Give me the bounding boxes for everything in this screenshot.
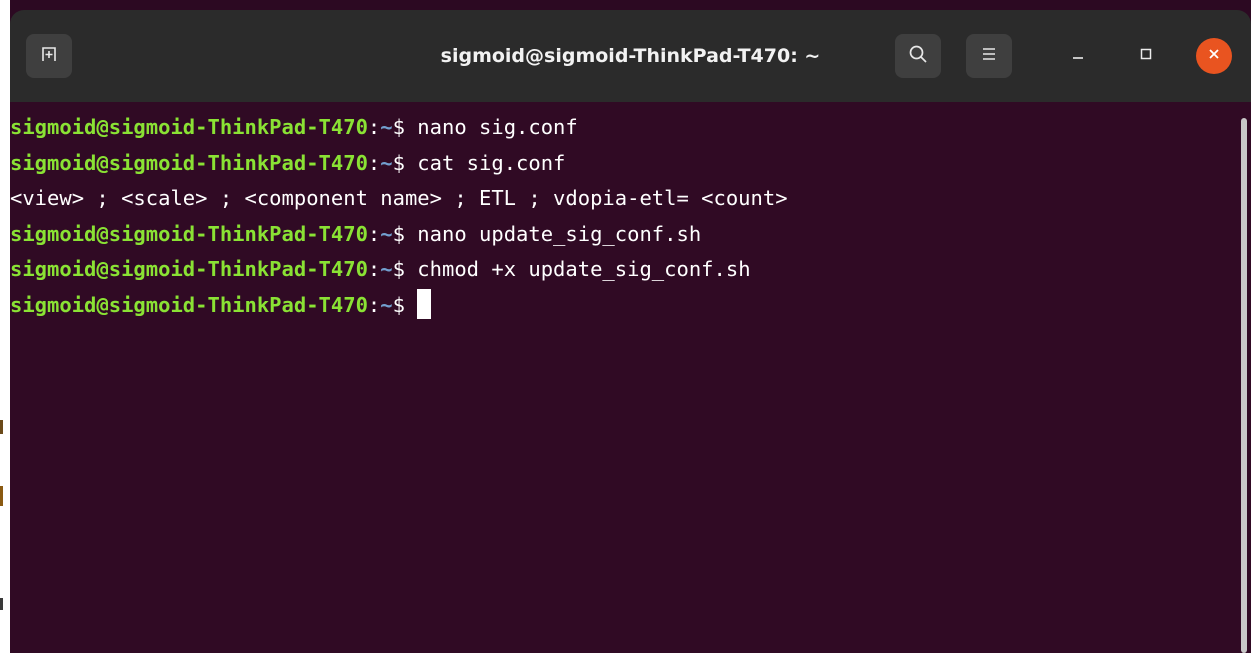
terminal-line: sigmoid@sigmoid-ThinkPad-T470:~$: [10, 288, 1251, 324]
command-text: nano sig.conf: [417, 115, 578, 139]
prompt-path: ~: [380, 257, 393, 281]
minimize-icon: [1071, 47, 1085, 66]
maximize-icon: [1139, 47, 1153, 66]
menu-button[interactable]: [966, 34, 1012, 78]
command-text: nano update_sig_conf.sh: [417, 221, 702, 246]
minimize-button[interactable]: [1060, 38, 1096, 74]
prompt-user-host: sigmoid@sigmoid-ThinkPad-T470: [10, 115, 368, 139]
desktop-edge-mark: [0, 598, 3, 610]
prompt-separator: :: [367, 221, 381, 246]
hamburger-menu-icon: [980, 46, 998, 67]
terminal-line: sigmoid@sigmoid-ThinkPad-T470:~$ nano up…: [10, 217, 1251, 253]
prompt-path: ~: [380, 292, 393, 317]
prompt-path: ~: [380, 150, 393, 175]
command-text: chmod +x update_sig_conf.sh: [417, 257, 751, 281]
prompt-path: ~: [380, 221, 393, 246]
close-icon: [1207, 47, 1221, 66]
text-cursor: [417, 288, 432, 319]
prompt-separator: :: [367, 150, 381, 175]
prompt-dollar: $: [392, 150, 418, 175]
scrollbar[interactable]: [1241, 118, 1247, 653]
terminal-line: sigmoid@sigmoid-ThinkPad-T470:~$ nano si…: [10, 110, 1251, 146]
prompt-separator: :: [367, 292, 381, 317]
search-button[interactable]: [895, 34, 941, 78]
terminal-line: <view> ; <scale> ; <component name> ; ET…: [10, 181, 1251, 217]
prompt-separator: :: [367, 257, 381, 281]
prompt-dollar: $: [392, 115, 418, 139]
prompt-dollar: $: [392, 292, 418, 317]
prompt-user-host: sigmoid@sigmoid-ThinkPad-T470: [10, 292, 368, 317]
prompt-user-host: sigmoid@sigmoid-ThinkPad-T470: [10, 257, 368, 281]
prompt-dollar: $: [392, 221, 418, 246]
new-tab-icon: [40, 45, 58, 68]
terminal-output[interactable]: sigmoid@sigmoid-ThinkPad-T470:~$ nano si…: [10, 102, 1251, 653]
desktop-edge-mark: [0, 486, 3, 506]
new-tab-button[interactable]: [26, 34, 72, 78]
command-text: cat sig.conf: [417, 150, 566, 175]
prompt-user-host: sigmoid@sigmoid-ThinkPad-T470: [10, 221, 368, 246]
close-button[interactable]: [1196, 38, 1232, 74]
desktop-background-edge: [0, 0, 10, 653]
prompt-dollar: $: [392, 257, 418, 281]
prompt-user-host: sigmoid@sigmoid-ThinkPad-T470: [10, 150, 368, 175]
terminal-line: sigmoid@sigmoid-ThinkPad-T470:~$ chmod +…: [10, 252, 1251, 288]
search-icon: [908, 44, 928, 69]
prompt-separator: :: [367, 115, 381, 139]
title-bar[interactable]: sigmoid@sigmoid-ThinkPad-T470: ~: [10, 10, 1251, 102]
command-output: <view> ; <scale> ; <component name> ; ET…: [10, 186, 788, 210]
terminal-window: sigmoid@sigmoid-ThinkPad-T470: ~ sigmoid…: [0, 0, 1251, 653]
desktop-edge-mark: [0, 420, 3, 434]
terminal-line: sigmoid@sigmoid-ThinkPad-T470:~$ cat sig…: [10, 146, 1251, 182]
maximize-button[interactable]: [1128, 38, 1164, 74]
prompt-path: ~: [380, 115, 393, 139]
